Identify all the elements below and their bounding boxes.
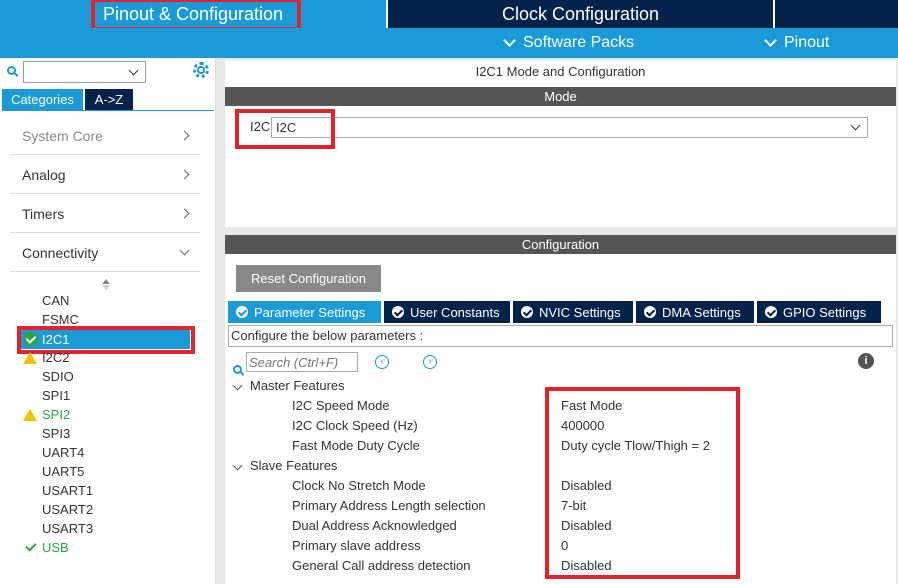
tab-dma-settings[interactable]: DMA Settings xyxy=(636,301,754,323)
tab-parameter-settings[interactable]: Parameter Settings xyxy=(228,301,381,323)
param-name: Primary slave address xyxy=(292,538,421,553)
tab-categories[interactable]: Categories xyxy=(2,89,83,110)
configure-hint: Configure the below parameters : xyxy=(228,325,893,347)
param-name: Fast Mode Duty Cycle xyxy=(292,438,420,453)
category-label: Connectivity xyxy=(22,244,99,261)
param-name: Dual Address Acknowledged xyxy=(292,518,457,533)
group-slave-features[interactable]: Slave Features xyxy=(250,456,337,476)
tab-a-z[interactable]: A->Z xyxy=(85,89,133,110)
peripheral-usb[interactable]: USB xyxy=(42,538,69,557)
software-packs-menu[interactable]: Software Packs xyxy=(503,28,635,58)
chevron-down-icon xyxy=(503,34,516,47)
check-circle-icon xyxy=(765,306,777,318)
menu-label: Software Packs xyxy=(523,34,635,51)
gear-icon[interactable] xyxy=(193,62,209,78)
chevron-down-icon xyxy=(179,245,190,256)
panel-title: I2C1 Mode and Configuration xyxy=(475,64,646,79)
next-icon[interactable]: › xyxy=(423,355,437,369)
info-icon[interactable]: i xyxy=(858,353,874,369)
tab-clock-configuration[interactable]: Clock Configuration xyxy=(388,0,773,28)
menu-label: Pinout xyxy=(784,34,830,51)
previous-icon[interactable]: ‹ xyxy=(375,355,389,369)
highlight-box xyxy=(545,387,740,579)
param-name: I2C Clock Speed (Hz) xyxy=(292,418,418,433)
category-analog[interactable]: Analog xyxy=(10,156,200,194)
configuration-header: Configuration xyxy=(225,235,896,254)
tab-label: GPIO Settings xyxy=(783,304,867,320)
tab-label: DMA Settings xyxy=(662,304,741,320)
category-label: Analog xyxy=(22,166,66,183)
mode-select[interactable]: I2C xyxy=(271,117,868,138)
pinout-menu[interactable]: Pinout xyxy=(764,28,830,58)
peripheral-spi1[interactable]: SPI1 xyxy=(42,386,70,405)
peripheral-uart4[interactable]: UART4 xyxy=(42,443,84,462)
group-master-features[interactable]: Master Features xyxy=(250,376,345,396)
chevron-right-icon xyxy=(179,130,190,141)
tab-label: User Constants xyxy=(410,304,500,320)
chevron-down-icon xyxy=(764,34,777,47)
sort-down-icon[interactable] xyxy=(102,285,110,290)
peripheral-sdio[interactable]: SDIO xyxy=(42,367,74,386)
chevron-down-icon xyxy=(850,120,861,131)
check-circle-icon xyxy=(521,306,533,318)
warning-icon xyxy=(23,409,37,421)
category-label: System Core xyxy=(22,127,103,144)
sub-toolbar xyxy=(0,28,898,58)
check-circle-icon xyxy=(236,306,248,318)
param-name: General Call address detection xyxy=(292,558,471,573)
tab-gpio-settings[interactable]: GPIO Settings xyxy=(757,301,881,323)
sort-up-icon[interactable] xyxy=(102,279,110,284)
category-timers[interactable]: Timers xyxy=(10,195,200,233)
check-icon xyxy=(24,541,36,553)
tab-label: NVIC Settings xyxy=(539,304,621,320)
peripheral-spi3[interactable]: SPI3 xyxy=(42,424,70,443)
warning-icon xyxy=(23,352,37,364)
category-label: Timers xyxy=(22,205,65,222)
peripheral-i2c2[interactable]: I2C2 xyxy=(42,348,69,367)
tab-label: A->Z xyxy=(94,92,124,107)
parameter-search-input[interactable] xyxy=(246,352,358,372)
check-circle-icon xyxy=(644,306,656,318)
tab-label: Parameter Settings xyxy=(254,304,366,320)
peripheral-can[interactable]: CAN xyxy=(42,291,69,310)
peripheral-usart1[interactable]: USART1 xyxy=(42,481,93,500)
param-name: I2C Speed Mode xyxy=(292,398,390,413)
highlight-box xyxy=(91,0,301,31)
peripheral-uart5[interactable]: UART5 xyxy=(42,462,84,481)
tab-label: Clock Configuration xyxy=(501,3,660,24)
chevron-down-icon xyxy=(128,65,139,76)
mode-header: Mode xyxy=(225,87,896,106)
chevron-right-icon xyxy=(179,208,190,219)
tab-nvic-settings[interactable]: NVIC Settings xyxy=(513,301,633,323)
check-circle-icon xyxy=(392,306,404,318)
param-name: Clock No Stretch Mode xyxy=(292,478,426,493)
tab-user-constants[interactable]: User Constants xyxy=(384,301,510,323)
tab-label: Categories xyxy=(11,92,74,107)
peripheral-spi2[interactable]: SPI2 xyxy=(42,405,70,424)
tab-extra[interactable] xyxy=(775,0,898,28)
reset-configuration-button[interactable]: Reset Configuration xyxy=(236,265,381,292)
divider xyxy=(2,110,214,111)
param-name: Primary Address Length selection xyxy=(292,498,486,513)
search-icon xyxy=(7,66,16,75)
highlight-box xyxy=(235,109,335,149)
search-icon xyxy=(233,365,242,374)
peripheral-usart3[interactable]: USART3 xyxy=(42,519,93,538)
category-connectivity[interactable]: Connectivity xyxy=(10,234,200,272)
category-system-core[interactable]: System Core xyxy=(10,117,200,155)
peripheral-usart2[interactable]: USART2 xyxy=(42,500,93,519)
chevron-right-icon xyxy=(179,169,190,180)
category-search-combo[interactable] xyxy=(23,61,146,83)
